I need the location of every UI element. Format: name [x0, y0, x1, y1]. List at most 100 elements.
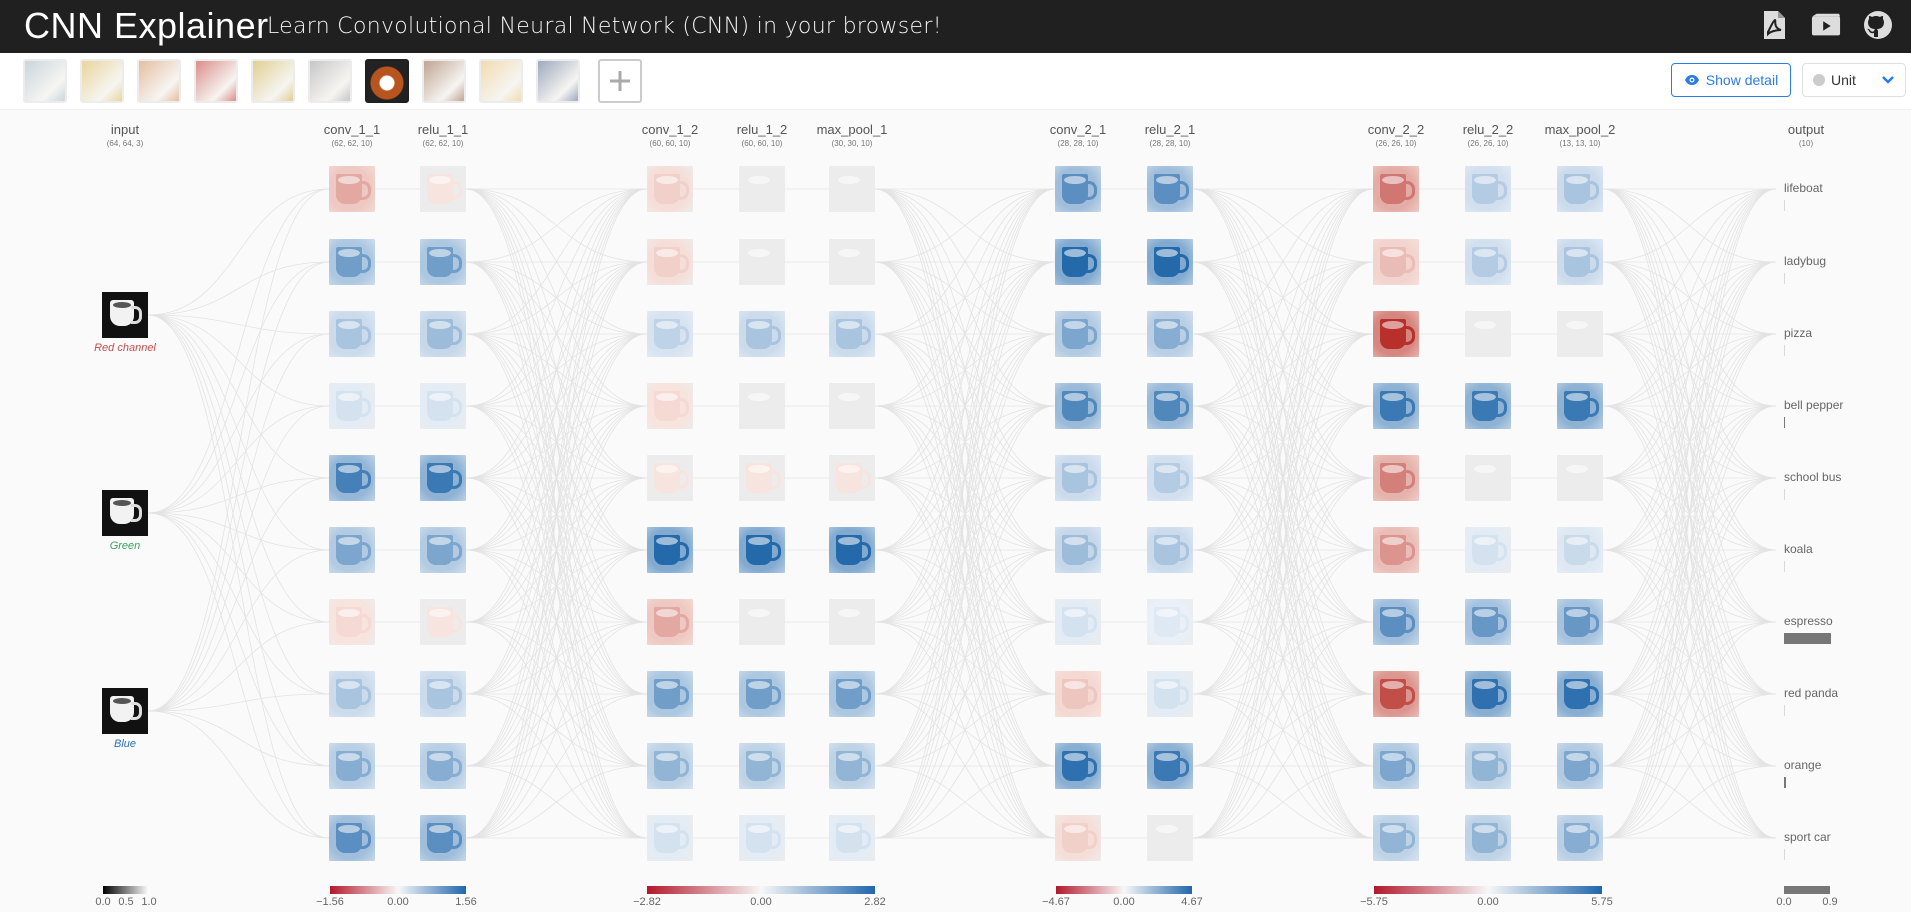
node-conv_1_1-7[interactable] [329, 671, 375, 717]
node-max_pool_2-4[interactable] [1557, 455, 1603, 501]
koala-thumb[interactable] [308, 59, 352, 103]
bell-pepper-thumb[interactable] [194, 59, 238, 103]
node-conv_1_2-5[interactable] [647, 527, 693, 573]
ladybug-thumb[interactable] [80, 59, 124, 103]
node-relu_1_2-1[interactable] [739, 239, 785, 285]
node-conv_2_2-6[interactable] [1373, 599, 1419, 645]
node-max_pool_1-7[interactable] [829, 671, 875, 717]
node-relu_1_1-5[interactable] [420, 527, 466, 573]
output-label-orange[interactable]: orange [1784, 758, 1821, 772]
node-conv_1_2-8[interactable] [647, 743, 693, 789]
node-conv_1_2-9[interactable] [647, 815, 693, 861]
node-conv_1_1-0[interactable] [329, 166, 375, 212]
node-relu_2_2-9[interactable] [1465, 815, 1511, 861]
node-relu_1_2-4[interactable] [739, 455, 785, 501]
node-relu_1_1-1[interactable] [420, 239, 466, 285]
node-conv_1_2-2[interactable] [647, 311, 693, 357]
output-label-koala[interactable]: koala [1784, 542, 1813, 556]
node-relu_1_2-6[interactable] [739, 599, 785, 645]
node-relu_1_2-5[interactable] [739, 527, 785, 573]
node-max_pool_1-3[interactable] [829, 383, 875, 429]
node-conv_2_2-9[interactable] [1373, 815, 1419, 861]
input-channel-2[interactable] [102, 688, 148, 734]
node-relu_1_1-6[interactable] [420, 599, 466, 645]
node-max_pool_1-4[interactable] [829, 455, 875, 501]
node-max_pool_2-9[interactable] [1557, 815, 1603, 861]
node-conv_2_2-7[interactable] [1373, 671, 1419, 717]
node-conv_2_2-0[interactable] [1373, 166, 1419, 212]
node-relu_2_1-8[interactable] [1147, 743, 1193, 789]
node-relu_2_1-9[interactable] [1147, 815, 1193, 861]
boat-thumb[interactable] [23, 59, 67, 103]
node-relu_2_1-4[interactable] [1147, 455, 1193, 501]
node-relu_2_2-7[interactable] [1465, 671, 1511, 717]
node-relu_1_1-9[interactable] [420, 815, 466, 861]
node-relu_1_2-0[interactable] [739, 166, 785, 212]
node-relu_2_2-3[interactable] [1465, 383, 1511, 429]
node-relu_2_2-4[interactable] [1465, 455, 1511, 501]
sport-car-thumb[interactable] [536, 59, 580, 103]
video-icon[interactable] [1811, 9, 1841, 41]
node-relu_2_1-6[interactable] [1147, 599, 1193, 645]
espresso-thumb[interactable] [365, 59, 409, 103]
node-conv_2_2-8[interactable] [1373, 743, 1419, 789]
node-conv_2_1-0[interactable] [1055, 166, 1101, 212]
node-conv_2_1-1[interactable] [1055, 239, 1101, 285]
node-conv_2_1-9[interactable] [1055, 815, 1101, 861]
add-image-button[interactable] [598, 59, 642, 103]
node-conv_2_1-4[interactable] [1055, 455, 1101, 501]
pdf-icon[interactable] [1759, 9, 1789, 41]
orange-thumb[interactable] [479, 59, 523, 103]
node-conv_1_2-1[interactable] [647, 239, 693, 285]
node-conv_1_1-2[interactable] [329, 311, 375, 357]
unit-select[interactable]: Unit [1802, 63, 1906, 97]
node-conv_1_2-3[interactable] [647, 383, 693, 429]
node-conv_2_1-8[interactable] [1055, 743, 1101, 789]
node-relu_1_1-3[interactable] [420, 383, 466, 429]
node-conv_2_1-5[interactable] [1055, 527, 1101, 573]
node-conv_1_1-3[interactable] [329, 383, 375, 429]
pizza-thumb[interactable] [137, 59, 181, 103]
node-conv_1_1-5[interactable] [329, 527, 375, 573]
node-relu_1_1-8[interactable] [420, 743, 466, 789]
output-label-school-bus[interactable]: school bus [1784, 470, 1841, 484]
node-relu_2_1-0[interactable] [1147, 166, 1193, 212]
node-max_pool_2-6[interactable] [1557, 599, 1603, 645]
node-max_pool_2-3[interactable] [1557, 383, 1603, 429]
node-max_pool_1-0[interactable] [829, 166, 875, 212]
node-max_pool_2-7[interactable] [1557, 671, 1603, 717]
node-conv_2_1-3[interactable] [1055, 383, 1101, 429]
node-relu_2_2-1[interactable] [1465, 239, 1511, 285]
node-relu_2_2-0[interactable] [1465, 166, 1511, 212]
node-relu_1_2-3[interactable] [739, 383, 785, 429]
node-relu_1_2-2[interactable] [739, 311, 785, 357]
node-conv_2_2-4[interactable] [1373, 455, 1419, 501]
node-max_pool_1-2[interactable] [829, 311, 875, 357]
node-relu_2_2-8[interactable] [1465, 743, 1511, 789]
node-conv_2_2-2[interactable] [1373, 311, 1419, 357]
node-relu_2_1-5[interactable] [1147, 527, 1193, 573]
node-conv_1_1-6[interactable] [329, 599, 375, 645]
node-relu_1_2-7[interactable] [739, 671, 785, 717]
node-max_pool_2-1[interactable] [1557, 239, 1603, 285]
node-relu_2_1-1[interactable] [1147, 239, 1193, 285]
node-relu_2_2-6[interactable] [1465, 599, 1511, 645]
output-label-bell-pepper[interactable]: bell pepper [1784, 398, 1843, 412]
node-conv_1_2-6[interactable] [647, 599, 693, 645]
node-conv_2_1-7[interactable] [1055, 671, 1101, 717]
output-label-ladybug[interactable]: ladybug [1784, 254, 1826, 268]
node-conv_2_1-6[interactable] [1055, 599, 1101, 645]
node-relu_1_1-4[interactable] [420, 455, 466, 501]
node-relu_1_2-9[interactable] [739, 815, 785, 861]
show-detail-button[interactable]: Show detail [1671, 63, 1791, 97]
node-max_pool_1-5[interactable] [829, 527, 875, 573]
node-relu_2_1-3[interactable] [1147, 383, 1193, 429]
github-icon[interactable] [1863, 9, 1893, 41]
input-channel-0[interactable] [102, 292, 148, 338]
node-conv_2_2-1[interactable] [1373, 239, 1419, 285]
node-relu_2_2-5[interactable] [1465, 527, 1511, 573]
node-max_pool_1-1[interactable] [829, 239, 875, 285]
output-label-red-panda[interactable]: red panda [1784, 686, 1838, 700]
node-conv_1_1-4[interactable] [329, 455, 375, 501]
node-max_pool_2-0[interactable] [1557, 166, 1603, 212]
